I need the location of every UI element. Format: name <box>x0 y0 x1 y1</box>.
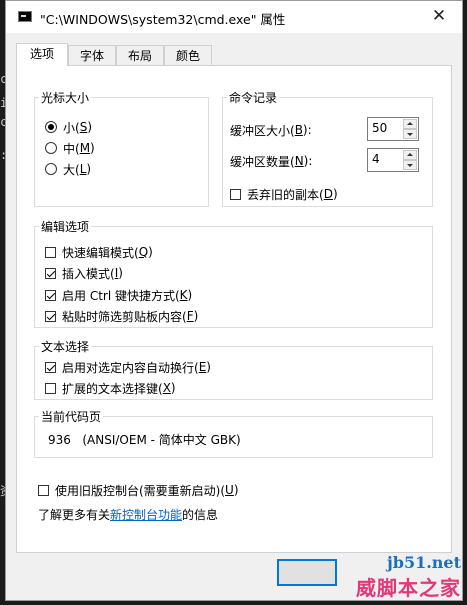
radio-indicator <box>45 163 57 175</box>
cmd-app-icon <box>18 11 32 22</box>
command-history-legend: 命令记录 <box>229 91 278 105</box>
checkbox-indicator <box>230 188 241 200</box>
radio-cursor-large[interactable]: 大(L) <box>45 160 91 178</box>
close-icon: ✕ <box>431 6 447 26</box>
spinner-down-icon[interactable] <box>403 160 417 170</box>
window-title: "C:\WINDOWS\system32\cmd.exe" 属性 <box>40 12 286 27</box>
checkbox-indicator <box>45 267 56 279</box>
buffer-size-value[interactable]: 50 <box>372 121 387 135</box>
tab-colors[interactable]: 颜色 <box>164 45 212 65</box>
tab-font[interactable]: 字体 <box>68 45 116 65</box>
checkbox-discard-old[interactable]: 丢弃旧的副本(D) <box>230 185 338 203</box>
watermark-line-1: jb51.net <box>386 553 461 572</box>
checkbox-filter-clipboard[interactable]: 粘贴时筛选剪贴板内容(F) <box>45 307 198 325</box>
checkbox-indicator <box>45 246 56 258</box>
watermark-line-2: 威脚本之家 <box>356 576 461 600</box>
properties-dialog: "C:\WINDOWS\system32\cmd.exe" 属性 ✕ 选项 字体… <box>5 0 463 601</box>
checkbox-indicator <box>45 361 56 373</box>
checkbox-wrap-selection[interactable]: 启用对选定内容自动换行(E) <box>45 358 211 376</box>
buffer-count-label: 缓冲区数量(N): <box>230 154 313 169</box>
radio-cursor-small[interactable]: 小(S) <box>45 118 92 136</box>
title-bar[interactable]: "C:\WINDOWS\system32\cmd.exe" 属性 ✕ <box>6 1 462 33</box>
ok-button[interactable] <box>277 559 337 586</box>
checkbox-extended-selection[interactable]: 扩展的文本选择键(X) <box>45 379 176 397</box>
radio-indicator <box>45 121 57 133</box>
checkbox-ctrl-shortcuts[interactable]: 启用 Ctrl 键快捷方式(K) <box>45 286 192 304</box>
options-panel: 光标大小 小(S) 中(M) 大(L) 命令记录 缓冲区大小(B): 50 <box>16 65 452 553</box>
buffer-count-spinner[interactable]: 4 <box>367 148 419 172</box>
close-button[interactable]: ✕ <box>416 1 462 33</box>
checkbox-indicator <box>38 484 49 496</box>
spinner-up-icon[interactable] <box>403 150 417 160</box>
codepage-value: 936 (ANSI/OEM - 简体中文 GBK) <box>48 432 241 447</box>
buffer-size-spinner[interactable]: 50 <box>367 117 419 141</box>
cursor-size-legend: 光标大小 <box>41 91 90 105</box>
tab-layout[interactable]: 布局 <box>116 45 164 65</box>
radio-indicator <box>45 142 57 154</box>
spinner-up-icon[interactable] <box>403 119 417 129</box>
buffer-count-value[interactable]: 4 <box>372 152 380 166</box>
radio-cursor-medium[interactable]: 中(M) <box>45 139 95 157</box>
checkbox-indicator <box>45 310 56 322</box>
checkbox-indicator <box>45 289 56 301</box>
edit-options-legend: 编辑选项 <box>41 220 90 234</box>
checkbox-quick-edit[interactable]: 快速编辑模式(Q) <box>45 243 153 261</box>
checkbox-insert-mode[interactable]: 插入模式(I) <box>45 264 123 282</box>
checkbox-legacy-console[interactable]: 使用旧版控制台(需要重新启动)(U) <box>38 481 239 499</box>
tab-options[interactable]: 选项 <box>16 43 68 66</box>
spinner-down-icon[interactable] <box>403 129 417 139</box>
learn-more-text: 了解更多有关 新控制台功能 的信息 <box>38 506 219 523</box>
checkbox-indicator <box>45 382 56 394</box>
buffer-size-label: 缓冲区大小(B): <box>230 123 312 138</box>
site-watermark: jb51.net 威脚本之家 <box>356 553 461 601</box>
new-console-features-link[interactable]: 新控制台功能 <box>110 506 182 523</box>
codepage-legend: 当前代码页 <box>41 410 102 424</box>
text-selection-legend: 文本选择 <box>41 340 90 354</box>
